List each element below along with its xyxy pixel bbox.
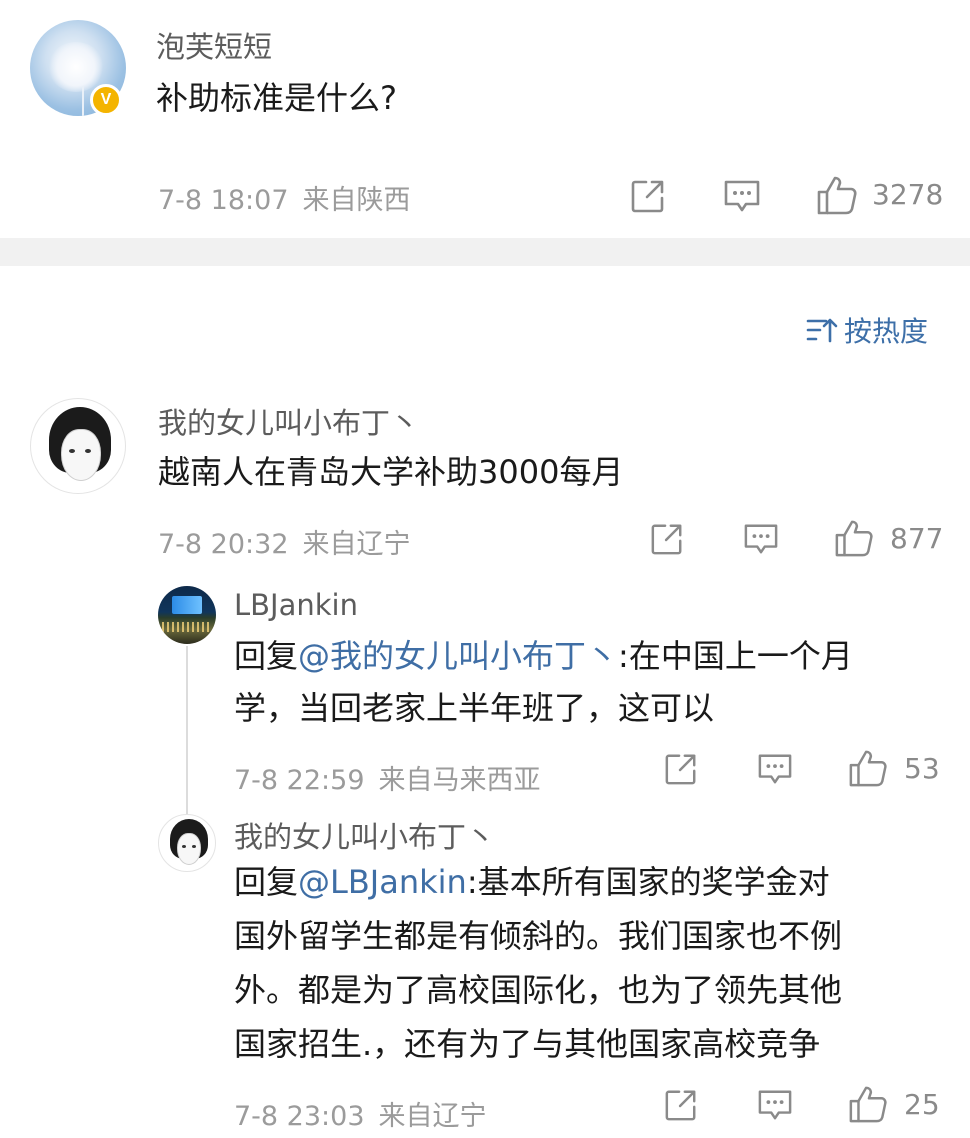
post-time: 7-8 18:07 <box>158 185 289 216</box>
avatar-eye <box>192 845 196 848</box>
sort-by-hot-button[interactable]: 按热度 <box>806 312 928 348</box>
comment-author-avatar[interactable] <box>30 398 126 494</box>
sort-icon <box>806 318 838 343</box>
thumbs-up-icon[interactable] <box>848 1084 888 1124</box>
section-divider <box>0 238 970 266</box>
reply-like-count: 25 <box>904 1088 940 1121</box>
reply-meta: 7-8 23:03 来自辽宁 <box>234 1094 501 1133</box>
avatar-face <box>177 833 201 865</box>
comment-icon[interactable] <box>756 1088 794 1122</box>
share-icon[interactable] <box>664 1088 698 1122</box>
reply-time: 7-8 23:03 <box>234 1101 365 1132</box>
reply-author-name[interactable]: 我的女儿叫小布丁丶 <box>234 814 495 856</box>
comment-like-count: 877 <box>890 522 944 555</box>
reply-author-avatar[interactable] <box>158 814 216 872</box>
reply-mention-link[interactable]: @我的女儿叫小布丁丶 <box>298 637 618 675</box>
avatar-eye <box>85 449 91 453</box>
post-meta: 7-8 18:07 来自陕西 <box>158 178 425 217</box>
post-location: 来自陕西 <box>302 185 411 216</box>
avatar-eye <box>182 845 186 848</box>
flower-shape <box>48 42 104 92</box>
thumbs-up-icon[interactable] <box>834 518 874 558</box>
reply-text: :在中国上一个月 <box>618 637 853 675</box>
comment-author-name[interactable]: 我的女儿叫小布丁丶 <box>158 400 419 442</box>
reply-text-line-1: 回复@我的女儿叫小布丁丶:在中国上一个月 <box>234 630 853 682</box>
avatar-face <box>61 429 101 481</box>
reply-mention-link[interactable]: @LBJankin <box>298 863 467 901</box>
post-text: 补助标准是什么? <box>156 79 397 117</box>
thumbs-up-icon[interactable] <box>816 174 858 216</box>
arena-screen <box>172 596 202 614</box>
comment-time: 7-8 20:32 <box>158 529 289 560</box>
reply-like-count: 53 <box>904 752 940 785</box>
reply-location: 来自马来西亚 <box>378 765 541 796</box>
reply-text-line-2: 国外留学生都是有倾斜的。我们国家也不例 <box>234 917 843 955</box>
reply-text: :基本所有国家的奖学金对 <box>466 863 830 901</box>
sort-label: 按热度 <box>844 315 929 348</box>
comment-icon[interactable] <box>722 178 762 214</box>
reply-time: 7-8 22:59 <box>234 765 365 796</box>
reply-meta: 7-8 22:59 来自马来西亚 <box>234 758 555 797</box>
comment-icon[interactable] <box>742 522 780 556</box>
share-icon[interactable] <box>650 522 684 556</box>
share-icon[interactable] <box>664 752 698 786</box>
reply-text-line-1: 回复@LBJankin:基本所有国家的奖学金对 <box>234 856 830 908</box>
comment-location: 来自辽宁 <box>302 529 411 560</box>
reply-text-line-3: 外。都是为了高校国际化，也为了领先其他 <box>234 971 843 1009</box>
comment-meta: 7-8 20:32 来自辽宁 <box>158 522 425 561</box>
post-like-count: 3278 <box>872 178 944 211</box>
flower-stem <box>82 86 84 116</box>
verified-badge-icon: V <box>90 84 122 116</box>
avatar-eye <box>69 449 75 453</box>
reply-author-name[interactable]: LBJankin <box>234 588 358 622</box>
comment-icon[interactable] <box>756 752 794 786</box>
thread-connector-line <box>186 646 188 814</box>
thumbs-up-icon[interactable] <box>848 748 888 788</box>
share-icon[interactable] <box>630 178 666 214</box>
arena-lights <box>162 622 212 632</box>
reply-author-avatar[interactable] <box>158 586 216 644</box>
reply-text-line-2: 学，当回老家上半年班了，这可以 <box>234 689 715 727</box>
comment-text: 越南人在青岛大学补助3000每月 <box>158 453 624 491</box>
post-author-name[interactable]: 泡芙短短 <box>156 24 272 66</box>
reply-prefix: 回复 <box>234 637 299 675</box>
reply-location: 来自辽宁 <box>378 1101 487 1132</box>
reply-prefix: 回复 <box>234 863 299 901</box>
reply-text-line-4: 国家招生.，还有为了与其他国家高校竞争 <box>234 1025 821 1063</box>
